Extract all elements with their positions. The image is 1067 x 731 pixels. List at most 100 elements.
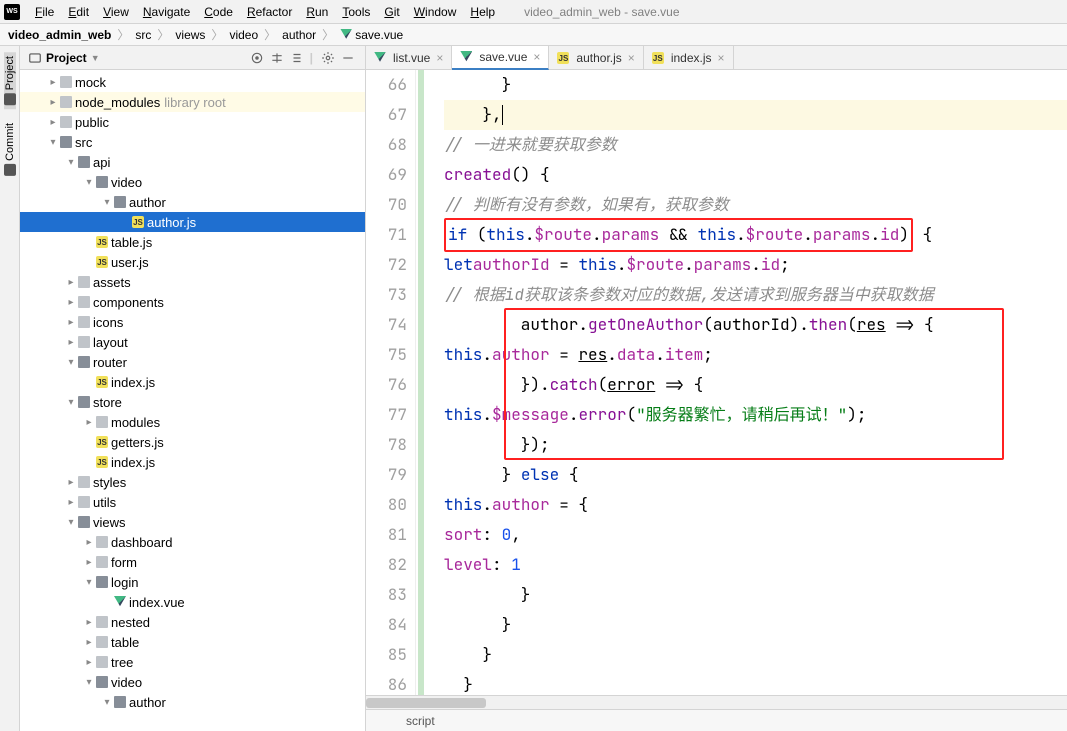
- menu-code[interactable]: Code: [197, 5, 240, 19]
- project-panel: Project ▼ | ▸mock▸node_moduleslibrary ro…: [20, 46, 366, 731]
- project-header-label: Project: [46, 51, 87, 65]
- tree-item-video[interactable]: ▾video: [20, 172, 365, 192]
- locate-button[interactable]: [248, 49, 266, 67]
- collapse-all-button[interactable]: [288, 49, 306, 67]
- menu-help[interactable]: Help: [463, 5, 502, 19]
- tool-commit[interactable]: Commit: [4, 119, 16, 180]
- left-tool-strip: Project Commit: [0, 46, 20, 731]
- tree-item-author.js[interactable]: JSauthor.js: [20, 212, 365, 232]
- tree-item-table.js[interactable]: JStable.js: [20, 232, 365, 252]
- tree-item-login[interactable]: ▾login: [20, 572, 365, 592]
- editor-tab-strip: list.vue×save.vue×JSauthor.js×JSindex.js…: [366, 46, 1067, 70]
- tree-item-router[interactable]: ▾router: [20, 352, 365, 372]
- tree-item-utils[interactable]: ▸utils: [20, 492, 365, 512]
- tree-item-video[interactable]: ▾video: [20, 672, 365, 692]
- editor-breadcrumb[interactable]: script: [366, 709, 1067, 731]
- tree-item-public[interactable]: ▸public: [20, 112, 365, 132]
- menu-tools[interactable]: Tools: [335, 5, 377, 19]
- tree-item-mock[interactable]: ▸mock: [20, 72, 365, 92]
- tree-item-icons[interactable]: ▸icons: [20, 312, 365, 332]
- tree-item-api[interactable]: ▾api: [20, 152, 365, 172]
- tree-item-store[interactable]: ▾store: [20, 392, 365, 412]
- tree-item-form[interactable]: ▸form: [20, 552, 365, 572]
- tree-item-components[interactable]: ▸components: [20, 292, 365, 312]
- tree-item-getters.js[interactable]: JSgetters.js: [20, 432, 365, 452]
- js-icon: JS: [96, 376, 108, 388]
- folder-open-icon: [114, 696, 126, 708]
- menu-bar: WS FileEditViewNavigateCodeRefactorRunTo…: [0, 0, 1067, 24]
- menu-window[interactable]: Window: [407, 5, 464, 19]
- close-icon[interactable]: ×: [436, 51, 443, 65]
- tree-item-index.vue[interactable]: index.vue: [20, 592, 365, 612]
- folder-icon: [96, 556, 108, 568]
- menu-git[interactable]: Git: [377, 5, 406, 19]
- horizontal-scrollbar[interactable]: [366, 695, 1067, 709]
- crumb-views[interactable]: views: [173, 28, 207, 42]
- close-icon[interactable]: ×: [718, 51, 725, 65]
- menu-refactor[interactable]: Refactor: [240, 5, 299, 19]
- folder-open-icon: [78, 356, 90, 368]
- editor-area: list.vue×save.vue×JSauthor.js×JSindex.js…: [366, 46, 1067, 731]
- menu-view[interactable]: View: [96, 5, 136, 19]
- vue-icon: [460, 51, 472, 63]
- tree-item-views[interactable]: ▾views: [20, 512, 365, 532]
- js-icon: JS: [96, 236, 108, 248]
- folder-open-icon: [78, 396, 90, 408]
- folder-icon: [78, 496, 90, 508]
- folder-open-icon: [96, 676, 108, 688]
- tab-list.vue[interactable]: list.vue×: [366, 46, 452, 69]
- tree-item-index.js[interactable]: JSindex.js: [20, 452, 365, 472]
- tree-item-index.js[interactable]: JSindex.js: [20, 372, 365, 392]
- tree-item-user.js[interactable]: JSuser.js: [20, 252, 365, 272]
- tree-item-dashboard[interactable]: ▸dashboard: [20, 532, 365, 552]
- settings-button[interactable]: [319, 49, 337, 67]
- tree-item-tree[interactable]: ▸tree: [20, 652, 365, 672]
- tab-save.vue[interactable]: save.vue×: [452, 46, 549, 70]
- folder-open-icon: [96, 576, 108, 588]
- crumb-src[interactable]: src: [133, 28, 153, 42]
- close-icon[interactable]: ×: [628, 51, 635, 65]
- tree-item-assets[interactable]: ▸assets: [20, 272, 365, 292]
- project-tree[interactable]: ▸mock▸node_moduleslibrary root▸public▾sr…: [20, 70, 365, 731]
- tree-item-modules[interactable]: ▸modules: [20, 412, 365, 432]
- js-icon: JS: [557, 52, 569, 64]
- hide-button[interactable]: [339, 49, 357, 67]
- js-icon: JS: [96, 436, 108, 448]
- tree-item-author[interactable]: ▾author: [20, 692, 365, 712]
- menu-edit[interactable]: Edit: [61, 5, 96, 19]
- code-editor[interactable]: 6667686970717273747576777879808182838485…: [366, 70, 1067, 695]
- folder-icon: [96, 416, 108, 428]
- js-icon: JS: [132, 216, 144, 228]
- vue-icon: [340, 29, 352, 41]
- tree-item-node_modules[interactable]: ▸node_moduleslibrary root: [20, 92, 365, 112]
- tree-item-layout[interactable]: ▸layout: [20, 332, 365, 352]
- tab-author.js[interactable]: JSauthor.js×: [549, 46, 643, 69]
- folder-open-icon: [78, 516, 90, 528]
- tab-index.js[interactable]: JSindex.js×: [644, 46, 734, 69]
- js-icon: JS: [652, 52, 664, 64]
- tree-item-styles[interactable]: ▸styles: [20, 472, 365, 492]
- project-view-selector[interactable]: Project ▼: [28, 51, 100, 65]
- tree-item-src[interactable]: ▾src: [20, 132, 365, 152]
- folder-icon: [96, 616, 108, 628]
- folder-icon: [96, 536, 108, 548]
- crumb-save.vue[interactable]: save.vue: [338, 28, 405, 42]
- menu-navigate[interactable]: Navigate: [136, 5, 197, 19]
- close-icon[interactable]: ×: [533, 50, 540, 64]
- folder-open-icon: [78, 156, 90, 168]
- folder-icon: [60, 76, 72, 88]
- tree-item-nested[interactable]: ▸nested: [20, 612, 365, 632]
- tree-item-author[interactable]: ▾author: [20, 192, 365, 212]
- folder-icon: [96, 636, 108, 648]
- crumb-author[interactable]: author: [280, 28, 318, 42]
- crumb-video[interactable]: video: [227, 28, 260, 42]
- breadcrumb: video_admin_web〉src〉views〉video〉author〉s…: [0, 24, 1067, 46]
- tool-project[interactable]: Project: [4, 52, 16, 109]
- folder-open-icon: [114, 196, 126, 208]
- menu-file[interactable]: File: [28, 5, 61, 19]
- menu-run[interactable]: Run: [299, 5, 335, 19]
- crumb-video_admin_web[interactable]: video_admin_web: [6, 28, 113, 42]
- folder-icon: [60, 96, 72, 108]
- tree-item-table[interactable]: ▸table: [20, 632, 365, 652]
- expand-all-button[interactable]: [268, 49, 286, 67]
